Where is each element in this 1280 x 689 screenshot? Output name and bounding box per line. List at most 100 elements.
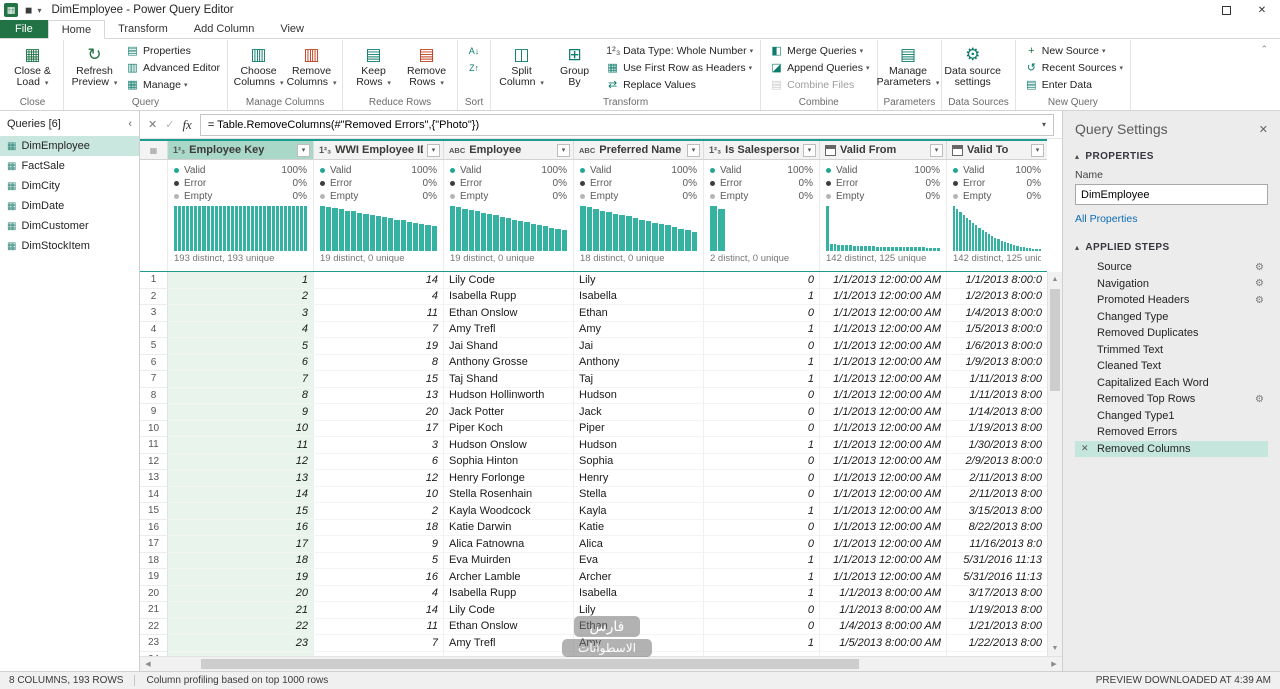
cell-wwi-employee-id[interactable] [314,651,444,656]
applied-steps-section-header[interactable]: ▴ APPLIED STEPS [1075,237,1268,257]
row-number[interactable]: 22 [140,618,168,635]
cell-wwi-employee-id[interactable]: 4 [314,288,444,305]
cell-preferred-name[interactable]: Hudson [574,387,704,404]
close-query-settings-icon[interactable]: ✕ [1259,123,1268,136]
quick-access-customize-arrow-icon[interactable]: ▾ [37,6,41,15]
cell-employee-key[interactable]: 7 [168,371,314,388]
cell-employee-key[interactable]: 10 [168,420,314,437]
cell-employee[interactable]: Ethan Onslow [444,618,574,635]
cell-employee-key[interactable]: 11 [168,437,314,454]
cell-valid-from[interactable]: 1/1/2013 12:00:00 AM [820,569,947,586]
cell-wwi-employee-id[interactable]: 13 [314,387,444,404]
horizontal-scroll-track[interactable] [156,657,1046,671]
cell-preferred-name[interactable]: Piper [574,420,704,437]
cell-wwi-employee-id[interactable]: 16 [314,569,444,586]
cell-employee[interactable]: Kayla Woodcock [444,503,574,520]
cell-preferred-name[interactable]: Anthony [574,354,704,371]
cell-valid-from[interactable]: 1/1/2013 12:00:00 AM [820,321,947,338]
cell-is-salesperson[interactable]: 0 [704,519,820,536]
cell-preferred-name[interactable]: Lily [574,272,704,289]
cell-valid-from[interactable] [820,651,947,656]
keep-rows-button[interactable]: ▤ Keep Rows ▾ [347,42,400,89]
cell-employee[interactable]: Amy Trefl [444,635,574,652]
cell-employee-key[interactable]: 8 [168,387,314,404]
applied-step-changed-type[interactable]: Changed Type [1075,309,1268,326]
row-number[interactable]: 8 [140,387,168,404]
cell-preferred-name[interactable]: Isabella [574,288,704,305]
row-number[interactable]: 15 [140,503,168,520]
filter-dropdown-icon[interactable]: ▾ [1031,143,1044,157]
cell-valid-from[interactable]: 1/1/2013 12:00:00 AM [820,470,947,487]
gear-icon[interactable]: ⚙ [1255,394,1264,405]
cell-valid-from[interactable]: 1/4/2013 8:00:00 AM [820,618,947,635]
cell-preferred-name[interactable]: Kayla [574,503,704,520]
cell-valid-from[interactable]: 1/1/2013 12:00:00 AM [820,288,947,305]
tab-home[interactable]: Home [47,20,106,39]
cell-employee[interactable]: Jack Potter [444,404,574,421]
cell-is-salesperson[interactable] [704,651,820,656]
properties-section-header[interactable]: ▴ PROPERTIES [1075,146,1268,166]
filter-dropdown-icon[interactable]: ▾ [930,143,943,157]
quick-access-icon[interactable]: ◼ [25,5,32,16]
cell-preferred-name[interactable]: Hudson [574,437,704,454]
append-queries-button[interactable]: ◪ Append Queries ▾ [767,59,872,76]
vertical-scroll-thumb[interactable] [1050,289,1060,391]
delete-step-icon[interactable]: ✕ [1081,443,1089,454]
expand-formula-bar-icon[interactable]: ▾ [1042,120,1046,129]
cell-valid-to[interactable]: 1/1/2013 8:00:0 [947,272,1047,289]
cell-valid-to[interactable]: 1/4/2013 8:00:0 [947,305,1047,322]
formula-input[interactable]: = Table.RemoveColumns(#"Removed Errors",… [199,113,1054,136]
cell-employee[interactable]: Sophia Hinton [444,453,574,470]
cell-employee-key[interactable]: 15 [168,503,314,520]
cell-employee-key[interactable]: 5 [168,338,314,355]
filter-dropdown-icon[interactable]: ▾ [557,143,570,157]
replace-values-button[interactable]: ⇄ Replace Values [603,76,756,93]
scroll-right-icon[interactable]: ▶ [1046,657,1062,671]
cell-valid-to[interactable]: 3/17/2013 8:00 [947,586,1047,602]
row-number[interactable]: 21 [140,602,168,619]
cell-is-salesperson[interactable]: 0 [704,338,820,355]
query-item-dimcity[interactable]: ▦ DimCity [0,176,139,196]
filter-dropdown-icon[interactable]: ▾ [803,143,816,157]
cell-valid-from[interactable]: 1/1/2013 12:00:00 AM [820,387,947,404]
cell-valid-to[interactable]: 1/11/2013 8:00 [947,388,1047,404]
applied-step-source[interactable]: Source ⚙ [1075,259,1268,276]
row-number[interactable]: 3 [140,305,168,322]
cell-employee-key[interactable]: 17 [168,536,314,553]
remove-rows-button[interactable]: ▤ Remove Rows ▾ [400,42,453,89]
cell-wwi-employee-id[interactable]: 14 [314,272,444,289]
column-header-valid-from[interactable]: Valid From ▾ [820,141,947,160]
cell-valid-to[interactable]: 1/9/2013 8:00:0 [947,355,1047,371]
cell-preferred-name[interactable]: Ethan [574,305,704,322]
column-header-employee[interactable]: ABC Employee ▾ [444,141,574,160]
gear-icon[interactable]: ⚙ [1255,295,1264,306]
scroll-down-icon[interactable]: ▼ [1048,641,1062,656]
data-type-whole-number-button[interactable]: 1²₃ Data Type: Whole Number ▾ [603,42,756,59]
cell-wwi-employee-id[interactable]: 14 [314,602,444,619]
cell-valid-from[interactable]: 1/1/2013 12:00:00 AM [820,404,947,421]
cell-wwi-employee-id[interactable]: 17 [314,420,444,437]
filter-dropdown-icon[interactable]: ▾ [427,143,440,157]
applied-step-removed-errors[interactable]: Removed Errors [1075,424,1268,441]
cell-is-salesperson[interactable]: 0 [704,453,820,470]
collapse-ribbon-button[interactable]: ⌃ [1260,40,1278,110]
sort-ascending-button[interactable]: A↓ [462,42,486,59]
query-item-dimemployee[interactable]: ▦ DimEmployee [0,136,139,156]
row-number[interactable]: 20 [140,585,168,602]
cell-valid-to[interactable]: 5/31/2016 11:13 [947,569,1047,586]
data-source-settings-button[interactable]: ⚙ Data source settings [944,42,1001,88]
cell-valid-to[interactable]: 3/15/2013 8:00 [947,503,1047,520]
sort-descending-button[interactable]: Z↑ [462,59,486,76]
horizontal-scrollbar[interactable]: ◀ ▶ [140,656,1062,671]
applied-step-removed-top-rows[interactable]: Removed Top Rows ⚙ [1075,391,1268,408]
restore-window-button[interactable] [1208,0,1244,20]
filter-dropdown-icon[interactable]: ▾ [297,143,310,157]
column-header-is-salesperson[interactable]: 1²₃ Is Salesperson ▾ [704,141,820,160]
cell-employee[interactable]: Eva Muirden [444,552,574,569]
cell-wwi-employee-id[interactable]: 3 [314,437,444,454]
cell-employee-key[interactable]: 1 [168,272,314,289]
applied-step-changed-type1[interactable]: Changed Type1 [1075,408,1268,425]
choose-columns-button[interactable]: ▥ Choose Columns ▾ [232,42,285,89]
cell-wwi-employee-id[interactable]: 5 [314,552,444,569]
row-number[interactable]: 14 [140,486,168,503]
